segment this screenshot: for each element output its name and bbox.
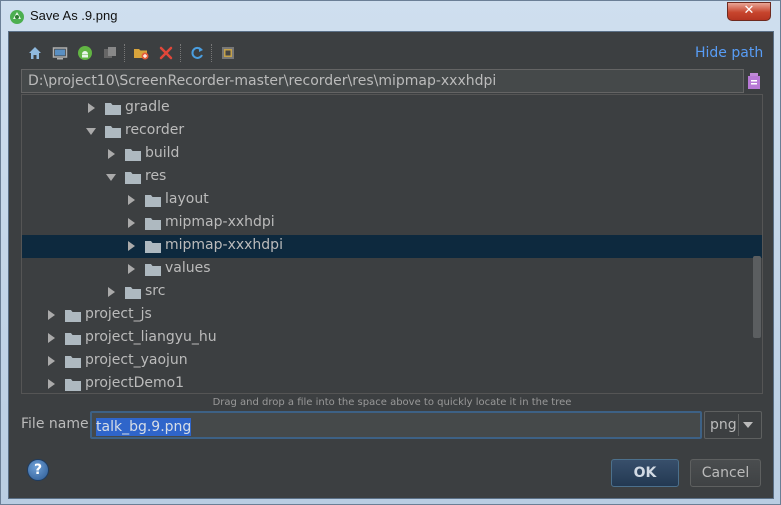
folder-icon bbox=[65, 333, 81, 345]
tree-item-project-yaojun[interactable]: project_yaojun bbox=[22, 350, 762, 373]
folder-icon bbox=[125, 149, 141, 161]
tree-item-label: values bbox=[165, 260, 211, 276]
file-name-value: talk_bg.9.png bbox=[96, 418, 192, 436]
folder-icon bbox=[145, 241, 161, 253]
tree-item-label: src bbox=[145, 283, 166, 299]
folder-icon bbox=[125, 287, 141, 299]
expand-arrow-icon[interactable] bbox=[48, 379, 55, 389]
tree-item-projectdemo1[interactable]: projectDemo1 bbox=[22, 373, 762, 393]
chevron-down-icon[interactable] bbox=[743, 422, 753, 428]
expand-arrow-icon[interactable] bbox=[88, 103, 95, 113]
expand-arrow-icon[interactable] bbox=[48, 356, 55, 366]
android-studio-icon bbox=[10, 10, 24, 24]
tree-item-project-js[interactable]: project_js bbox=[22, 304, 762, 327]
collapse-arrow-icon[interactable] bbox=[86, 128, 96, 135]
tree-item-label: recorder bbox=[125, 122, 185, 138]
help-button[interactable]: ? bbox=[27, 459, 49, 481]
toolbar-separator bbox=[124, 44, 126, 62]
folder-icon bbox=[105, 103, 121, 115]
cancel-button[interactable]: Cancel bbox=[690, 459, 761, 487]
tree-item-res[interactable]: res bbox=[22, 166, 762, 189]
tree-item-recorder[interactable]: recorder bbox=[22, 120, 762, 143]
tree-item-label: mipmap-xxxhdpi bbox=[165, 237, 283, 253]
save-as-dialog: Save As .9.png ✕ Hide path D:\project10\… bbox=[0, 0, 781, 505]
expand-arrow-icon[interactable] bbox=[128, 264, 135, 274]
expand-arrow-icon[interactable] bbox=[48, 310, 55, 320]
drag-drop-hint: Drag and drop a file into the space abov… bbox=[212, 397, 572, 408]
folder-icon bbox=[105, 126, 121, 138]
folder-icon bbox=[65, 310, 81, 322]
path-input[interactable]: D:\project10\ScreenRecorder-master\recor… bbox=[21, 69, 744, 93]
hide-path-link[interactable]: Hide path bbox=[695, 45, 763, 61]
file-tree[interactable]: gradle recorder build res layout mipmap-… bbox=[21, 94, 763, 394]
tree-item-label: gradle bbox=[125, 99, 170, 115]
expand-arrow-icon[interactable] bbox=[128, 195, 135, 205]
toolbar-separator bbox=[211, 44, 213, 62]
toolbar-separator bbox=[180, 44, 182, 62]
folder-icon bbox=[145, 218, 161, 230]
path-history-icon[interactable] bbox=[747, 72, 761, 90]
close-button[interactable]: ✕ bbox=[727, 2, 771, 21]
file-type-value: png bbox=[710, 417, 737, 433]
tree-item-src[interactable]: src bbox=[22, 281, 762, 304]
tree-item-values[interactable]: values bbox=[22, 258, 762, 281]
tree-item-mipmap-xxxhdpi[interactable]: mipmap-xxxhdpi bbox=[22, 235, 762, 258]
tree-scrollbar[interactable] bbox=[753, 256, 761, 338]
tree-item-label: build bbox=[145, 145, 180, 161]
delete-icon[interactable] bbox=[158, 45, 174, 61]
collapse-arrow-icon[interactable] bbox=[106, 174, 116, 181]
tree-item-build[interactable]: build bbox=[22, 143, 762, 166]
refresh-icon[interactable] bbox=[189, 45, 205, 61]
close-icon: ✕ bbox=[743, 3, 755, 18]
file-type-select[interactable]: png bbox=[704, 411, 762, 439]
tree-item-layout[interactable]: layout bbox=[22, 189, 762, 212]
window-title: Save As .9.png bbox=[30, 8, 118, 23]
android-project-icon[interactable] bbox=[77, 45, 93, 61]
home-icon[interactable] bbox=[27, 45, 43, 61]
folder-icon bbox=[125, 172, 141, 184]
file-name-input[interactable]: talk_bg.9.png bbox=[90, 411, 702, 439]
folder-icon bbox=[145, 195, 161, 207]
tree-item-label: project_yaojun bbox=[85, 352, 188, 368]
tree-item-label: res bbox=[145, 168, 167, 184]
tree-item-gradle[interactable]: gradle bbox=[22, 97, 762, 120]
dialog-content: Hide path D:\project10\ScreenRecorder-ma… bbox=[8, 31, 774, 499]
select-divider bbox=[738, 414, 739, 436]
show-hidden-icon[interactable] bbox=[220, 45, 236, 61]
title-bar[interactable]: Save As .9.png ✕ bbox=[1, 1, 780, 31]
tree-item-label: project_js bbox=[85, 306, 152, 322]
desktop-icon[interactable] bbox=[52, 45, 68, 61]
tree-item-project-liangyu-hu[interactable]: project_liangyu_hu bbox=[22, 327, 762, 350]
folder-icon bbox=[65, 356, 81, 368]
file-name-label: File name: bbox=[21, 416, 94, 432]
module-icon[interactable] bbox=[102, 45, 118, 61]
folder-icon bbox=[65, 379, 81, 391]
folder-icon bbox=[145, 264, 161, 276]
tree-item-mipmap-xxhdpi[interactable]: mipmap-xxhdpi bbox=[22, 212, 762, 235]
tree-item-label: layout bbox=[165, 191, 209, 207]
tree-item-label: mipmap-xxhdpi bbox=[165, 214, 275, 230]
expand-arrow-icon[interactable] bbox=[128, 218, 135, 228]
expand-arrow-icon[interactable] bbox=[108, 149, 115, 159]
expand-arrow-icon[interactable] bbox=[128, 241, 135, 251]
tree-item-label: project_liangyu_hu bbox=[85, 329, 217, 345]
expand-arrow-icon[interactable] bbox=[108, 287, 115, 297]
ok-button[interactable]: OK bbox=[611, 459, 679, 487]
expand-arrow-icon[interactable] bbox=[48, 333, 55, 343]
new-folder-icon[interactable] bbox=[133, 45, 149, 61]
tree-item-label: projectDemo1 bbox=[85, 375, 185, 391]
